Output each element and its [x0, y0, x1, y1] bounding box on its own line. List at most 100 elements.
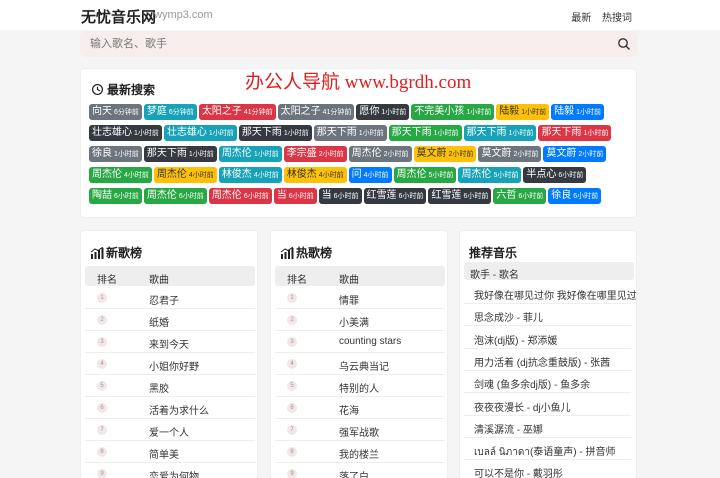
song-row[interactable]: 7 强军战歌 [275, 419, 445, 441]
song-row[interactable]: 6 花海 [275, 397, 445, 419]
song-row[interactable]: 4 小姐你好野 [85, 353, 255, 375]
song-title-link[interactable]: 我的楼兰 [339, 446, 379, 461]
search-tag[interactable]: 那天下雨 1小时前 [143, 146, 217, 162]
search-tag[interactable]: 那天下雨 1小时前 [463, 125, 537, 141]
song-title-link[interactable]: 纸婚 [149, 314, 169, 329]
song-title-link[interactable]: counting stars [339, 336, 401, 347]
recommend-song-link[interactable]: 泡沫(dj版) - 郑添媛 [474, 332, 636, 347]
search-tag[interactable]: 周杰伦 6小时前 [143, 188, 207, 204]
recommend-row[interactable]: 剑魂 (鱼多余dj版) - 鱼多余 [464, 371, 631, 394]
recommend-song-link[interactable]: 我好像在哪见过你 我好像在哪里见过你 [474, 287, 636, 302]
recommend-row[interactable]: เบลล์ นิภาดา(泰语童声) - 拼音师 [464, 438, 631, 461]
song-row[interactable]: 4 乌云典当记 [275, 353, 445, 375]
song-row[interactable]: 8 简单美 [85, 441, 255, 463]
search-tag[interactable]: 周杰伦 5小时前 [458, 167, 522, 183]
recommend-row[interactable]: 泡沫(dj版) - 郑添媛 [464, 327, 631, 349]
song-title-link[interactable]: 花海 [339, 402, 359, 417]
search-icon[interactable] [617, 37, 631, 51]
song-row[interactable]: 2 纸婚 [85, 309, 255, 331]
song-row[interactable]: 5 黑胶 [85, 375, 255, 397]
search-tag[interactable]: 那天下雨 1小时前 [538, 125, 612, 141]
search-tag[interactable]: 向天 6分钟前 [89, 104, 142, 120]
song-title-link[interactable]: 爱一个人 [149, 424, 189, 439]
song-title-link[interactable]: 落了白 [339, 468, 369, 478]
song-title-link[interactable]: 黑胶 [149, 380, 169, 395]
search-tag[interactable]: 莫文蔚 2小时前 [543, 146, 607, 162]
search-tag[interactable]: 李宗盛 2小时前 [283, 146, 347, 162]
song-row[interactable]: 9 落了白 [275, 463, 445, 478]
site-logo[interactable]: 无忧音乐网 [81, 6, 156, 27]
song-title-link[interactable]: 小姐你好野 [149, 358, 199, 373]
search-tag[interactable]: 周杰伦 4小时前 [89, 167, 152, 183]
search-tag[interactable]: 陶喆 6小时前 [89, 188, 142, 204]
search-tag[interactable]: 陆毅 1小时前 [551, 104, 605, 120]
recommend-song-link[interactable]: 清溪潺流 - 巫娜 [474, 421, 636, 436]
song-row[interactable]: 5 特别的人 [275, 375, 445, 397]
recommend-row[interactable]: 我好像在哪见过你 我好像在哪里见过你 [464, 282, 636, 304]
search-tag[interactable]: 莫文蔚 2小时前 [478, 146, 542, 162]
search-tag[interactable]: 周杰伦 5小时前 [393, 167, 457, 183]
search-tag[interactable]: 六哲 6小时前 [493, 188, 547, 204]
search-tag[interactable]: 壮志雄心 1小时前 [163, 125, 237, 141]
recommend-panel: 推荐音乐 歌手 - 歌名 我好像在哪见过你 我好像在哪里见过你 思念成沙 - 菲儿… [459, 230, 637, 478]
song-row[interactable]: 8 我的楼兰 [275, 441, 445, 463]
song-row[interactable]: 3 来到今天 [85, 331, 255, 353]
recommend-song-link[interactable]: 可以不是你 - 戴羽彤 [474, 465, 636, 478]
search-tag[interactable]: 那天下雨 1小时前 [388, 125, 462, 141]
recommend-song-link[interactable]: 思念成沙 - 菲儿 [474, 309, 636, 324]
song-row[interactable]: 6 活着为求什么 [85, 397, 255, 419]
recommend-song-link[interactable]: 剑魂 (鱼多余dj版) - 鱼多余 [474, 376, 636, 391]
song-row[interactable]: 2 小美满 [275, 309, 445, 331]
search-tag[interactable]: 周杰伦 4小时前 [153, 167, 217, 183]
recommend-row[interactable]: 可以不是你 - 戴羽彤 [464, 460, 631, 478]
search-tag[interactable]: 当 6小时前 [273, 188, 317, 204]
search-tag[interactable]: 周杰伦 1小时前 [218, 146, 282, 162]
search-tag[interactable]: 周杰伦 6小时前 [208, 188, 272, 204]
search-tag[interactable]: 壮志雄心 1小时前 [89, 125, 162, 141]
recommend-row[interactable]: 夜夜夜漫长 - dj小鱼儿 [464, 394, 631, 416]
search-tag[interactable]: 半点心 6小时前 [523, 167, 587, 183]
recommend-row[interactable]: 思念成沙 - 菲儿 [464, 304, 631, 327]
search-tag[interactable]: 问 4小时前 [348, 167, 392, 183]
search-tag[interactable]: 陆毅 1小时前 [496, 104, 550, 120]
song-title-link[interactable]: 强军战歌 [339, 424, 379, 439]
recommend-row[interactable]: 清溪潺流 - 巫娜 [464, 416, 631, 438]
search-tag[interactable]: 愿你 1小时前 [356, 104, 410, 120]
recommend-song-link[interactable]: เบลล์ นิภาดา(泰语童声) - 拼音师 [474, 443, 636, 460]
search-tag[interactable]: 林俊杰 4小时前 [218, 167, 282, 183]
song-title-link[interactable]: 情罪 [339, 292, 359, 307]
search-input[interactable] [90, 31, 610, 57]
search-tag[interactable]: 徐良 6小时前 [548, 188, 602, 204]
search-tag[interactable]: 太阳之子 41分钟前 [198, 104, 276, 120]
song-title-link[interactable]: 小美满 [339, 314, 369, 329]
search-tag[interactable]: 林俊杰 4小时前 [283, 167, 347, 183]
search-tag[interactable]: 红雪莲 6小时前 [428, 188, 492, 204]
search-tag[interactable]: 当 6小时前 [318, 188, 362, 204]
search-tag[interactable]: 那天下雨 1小时前 [313, 125, 387, 141]
search-tag[interactable]: 莫文蔚 2小时前 [413, 146, 477, 162]
song-title-link[interactable]: 简单美 [149, 446, 179, 461]
search-tag[interactable]: 红雪莲 6小时前 [363, 188, 427, 204]
recommend-row[interactable]: 用力活着 (dj抗念重鼓版) - 张茜 [464, 349, 631, 371]
search-tag[interactable]: 梦庭 6分钟前 [143, 104, 197, 120]
song-row[interactable]: 9 恋爱为何物 [85, 463, 255, 478]
recommend-song-link[interactable]: 夜夜夜漫长 - dj小鱼儿 [474, 399, 636, 414]
song-title-link[interactable]: 忍君子 [149, 292, 179, 307]
song-row[interactable]: 1 忍君子 [85, 287, 255, 309]
song-title-link[interactable]: 乌云典当记 [339, 358, 389, 373]
song-title-link[interactable]: 恋爱为何物 [149, 468, 199, 478]
song-title-link[interactable]: 活着为求什么 [149, 402, 209, 417]
nav-latest[interactable]: 最新 [571, 13, 591, 24]
song-row[interactable]: 7 爱一个人 [85, 419, 255, 441]
recommend-song-link[interactable]: 用力活着 (dj抗念重鼓版) - 张茜 [474, 354, 636, 369]
search-tag[interactable]: 那天下雨 1小时前 [238, 125, 312, 141]
song-title-link[interactable]: 来到今天 [149, 336, 189, 351]
song-row[interactable]: 1 情罪 [275, 287, 445, 309]
search-tag[interactable]: 不完美小孩 1小时前 [411, 104, 495, 120]
song-row[interactable]: 3 counting stars [275, 331, 445, 353]
search-tag[interactable]: 徐良 1小时前 [89, 146, 142, 162]
search-tag[interactable]: 太阳之子 41分钟前 [277, 104, 355, 120]
song-title-link[interactable]: 特别的人 [339, 380, 379, 395]
search-tag[interactable]: 周杰伦 2小时前 [348, 146, 412, 162]
nav-hot-search[interactable]: 热搜词 [602, 13, 632, 24]
